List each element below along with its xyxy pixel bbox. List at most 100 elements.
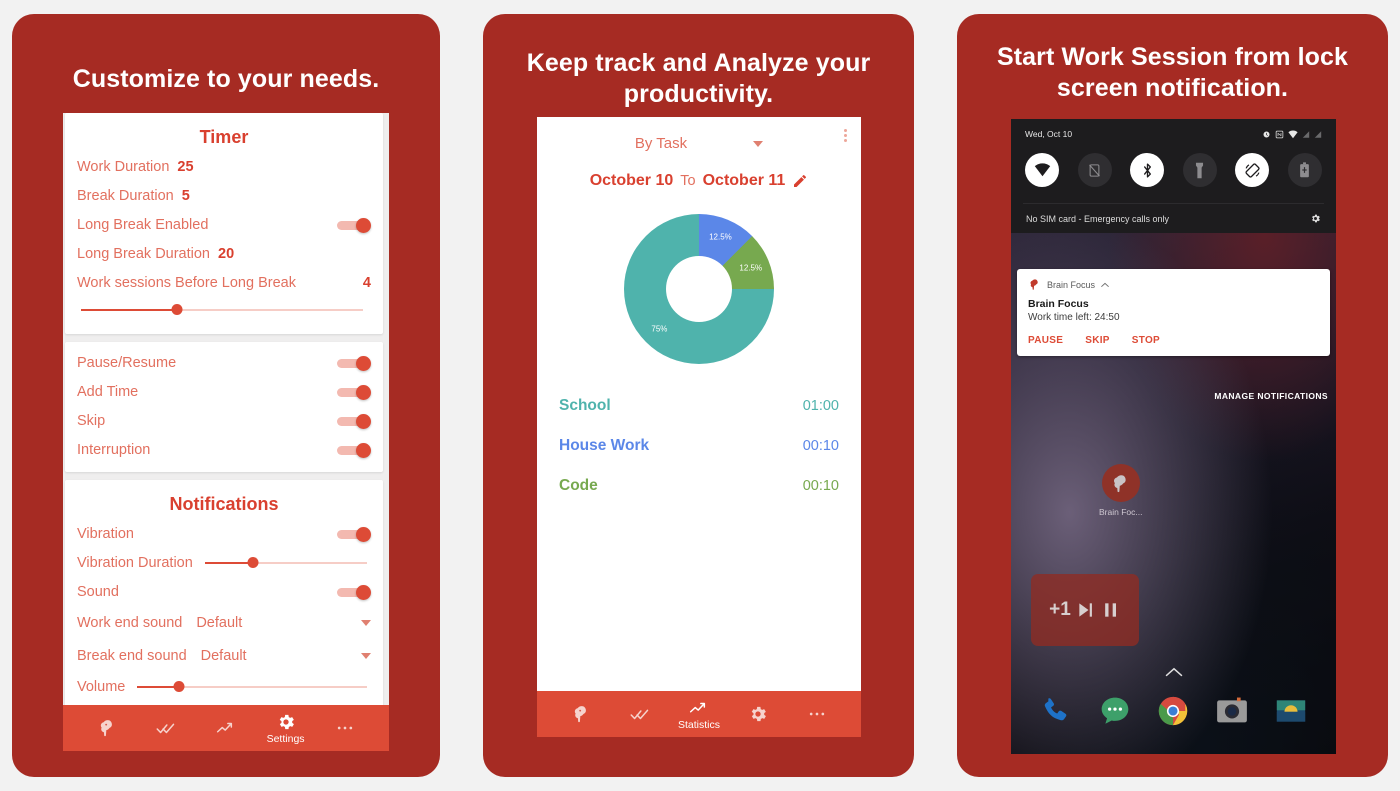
setting-row-break-end-sound[interactable]: Break end sound Default	[65, 639, 383, 672]
nav-item-settings[interactable]	[729, 691, 788, 737]
nav-item-tasks[interactable]	[137, 705, 197, 751]
setting-row-long-break-duration[interactable]: Long Break Duration 20	[65, 239, 383, 268]
toggle-pause-resume[interactable]	[337, 355, 371, 371]
setting-row-sessions-before-long-break[interactable]: Work sessions Before Long Break 4	[65, 268, 383, 297]
slider-sessions[interactable]	[81, 302, 363, 318]
list-item[interactable]: Code 00:10	[559, 466, 839, 506]
setting-value: Default	[196, 614, 243, 631]
task-time: 01:00	[802, 398, 839, 414]
panel-3-headline: Start Work Session from lock screen noti…	[996, 43, 1349, 102]
nav-item-focus[interactable]	[551, 691, 610, 737]
sim-status-text: No SIM card - Emergency calls only	[1026, 213, 1170, 224]
mute-icon	[1089, 163, 1100, 177]
skip-icon[interactable]	[1076, 600, 1096, 620]
slider-thumb[interactable]	[173, 680, 185, 692]
nav-item-overflow[interactable]	[315, 705, 375, 751]
vertical-dots-icon[interactable]	[844, 127, 847, 144]
setting-slider-sessions[interactable]	[65, 297, 383, 326]
setting-row-break-duration[interactable]: Break Duration 5	[65, 181, 383, 210]
wifi-tile[interactable]	[1025, 153, 1059, 187]
setting-row-sound[interactable]: Sound	[65, 577, 383, 606]
notification-action-stop[interactable]: STOP	[1132, 335, 1160, 346]
slider-thumb[interactable]	[247, 556, 259, 568]
statistics-header: By Task October 10 To October 11	[537, 117, 861, 190]
battery-saver-tile[interactable]	[1287, 153, 1322, 187]
toggle-vibration[interactable]	[337, 526, 371, 542]
manage-notifications-button[interactable]: MANAGE NOTIFICATIONS	[1214, 391, 1328, 401]
date-range-row[interactable]: October 10 To October 11	[537, 154, 861, 190]
setting-row-wake-up-screen[interactable]: Wake Up Screen	[65, 701, 383, 705]
gear-icon[interactable]	[1310, 213, 1321, 224]
toggle-skip[interactable]	[337, 413, 371, 429]
chevron-up-icon[interactable]	[1101, 281, 1109, 289]
setting-row-interruption[interactable]: Interruption	[65, 435, 383, 464]
auto-rotate-tile[interactable]	[1235, 153, 1270, 187]
app-drawer-chevron-up-icon[interactable]	[1165, 667, 1183, 677]
pause-icon[interactable]	[1101, 600, 1121, 620]
messages-icon[interactable]	[1098, 694, 1132, 728]
slider-thumb[interactable]	[171, 303, 183, 315]
pencil-icon[interactable]	[792, 173, 808, 189]
slider-vibration-duration[interactable]	[204, 555, 367, 571]
nav-item-focus[interactable]	[77, 705, 137, 751]
home-widget-brain-focus[interactable]: +1	[1031, 574, 1139, 646]
battery-icon	[1300, 162, 1310, 178]
nav-item-overflow[interactable]	[788, 691, 847, 737]
panel-1-headline: Customize to your needs.	[72, 65, 380, 93]
nav-label-settings: Settings	[266, 732, 305, 745]
setting-row-vibration-duration[interactable]: Vibration Duration	[65, 548, 383, 577]
toggle-interruption[interactable]	[337, 442, 371, 458]
quick-settings-tiles	[1023, 139, 1324, 203]
setting-row-volume[interactable]: Volume	[65, 672, 383, 701]
nav-item-settings[interactable]: Settings	[256, 705, 316, 751]
setting-row-skip[interactable]: Skip	[65, 406, 383, 435]
setting-row-add-time[interactable]: Add Time	[65, 377, 383, 406]
phone-icon[interactable]	[1039, 694, 1073, 728]
bluetooth-icon	[1143, 162, 1151, 178]
group-by-selector[interactable]: By Task	[537, 129, 861, 154]
chevron-down-icon[interactable]	[753, 140, 764, 147]
widget-add-time-button[interactable]: +1	[1049, 599, 1071, 621]
setting-row-pause-resume[interactable]: Pause/Resume	[65, 348, 383, 377]
toggle-sound[interactable]	[337, 584, 371, 600]
brain-icon	[100, 720, 112, 737]
date-from: October 10	[589, 172, 674, 189]
slider-volume[interactable]	[137, 679, 367, 695]
task-time: 00:10	[802, 438, 839, 454]
brain-icon	[1114, 474, 1126, 492]
wifi-icon	[1034, 163, 1050, 177]
nav-item-statistics[interactable]	[196, 705, 256, 751]
notification-action-pause[interactable]: PAUSE	[1028, 335, 1063, 346]
list-item[interactable]: House Work 00:10	[559, 426, 839, 466]
flashlight-tile[interactable]	[1182, 153, 1217, 187]
overflow-dots-icon	[810, 712, 825, 716]
alarm-icon	[1263, 131, 1270, 137]
date-to-label: To	[680, 173, 696, 189]
notification-action-skip[interactable]: SKIP	[1085, 335, 1110, 346]
photos-icon[interactable]	[1274, 694, 1308, 728]
toggle-thumb	[356, 413, 371, 429]
chevron-down-icon[interactable]	[361, 619, 371, 626]
date-to: October 11	[702, 172, 786, 189]
toggle-add-time[interactable]	[337, 384, 371, 400]
nav-item-statistics[interactable]: Statistics	[669, 691, 728, 737]
chrome-icon[interactable]	[1156, 694, 1190, 728]
list-item[interactable]: School 01:00	[559, 386, 839, 426]
chevron-down-icon[interactable]	[361, 652, 371, 659]
setting-row-work-duration[interactable]: Work Duration 25	[65, 152, 383, 181]
nav-item-tasks[interactable]	[610, 691, 669, 737]
setting-row-long-break-enabled[interactable]: Long Break Enabled	[65, 210, 383, 239]
bluetooth-tile[interactable]	[1130, 153, 1165, 187]
donut-hole	[666, 256, 732, 322]
camera-icon[interactable]	[1215, 694, 1249, 728]
mute-tile[interactable]	[1077, 153, 1112, 187]
panel-2-headline: Keep track and Analyze your productivity…	[526, 49, 871, 108]
settings-scroll-area[interactable]: Timer Work Duration 25 Break Duration 5 …	[63, 113, 389, 705]
timer-card-title: Timer	[199, 127, 249, 147]
toggle-long-break-enabled[interactable]	[337, 217, 371, 233]
setting-row-vibration[interactable]: Vibration	[65, 519, 383, 548]
notification-card-brain-focus[interactable]: Brain Focus Brain Focus Work time left: …	[1017, 269, 1330, 356]
home-app-icon-brain-focus[interactable]: Brain Foc...	[1099, 464, 1142, 517]
setting-row-work-end-sound[interactable]: Work end sound Default	[65, 606, 383, 639]
dot	[844, 134, 847, 137]
